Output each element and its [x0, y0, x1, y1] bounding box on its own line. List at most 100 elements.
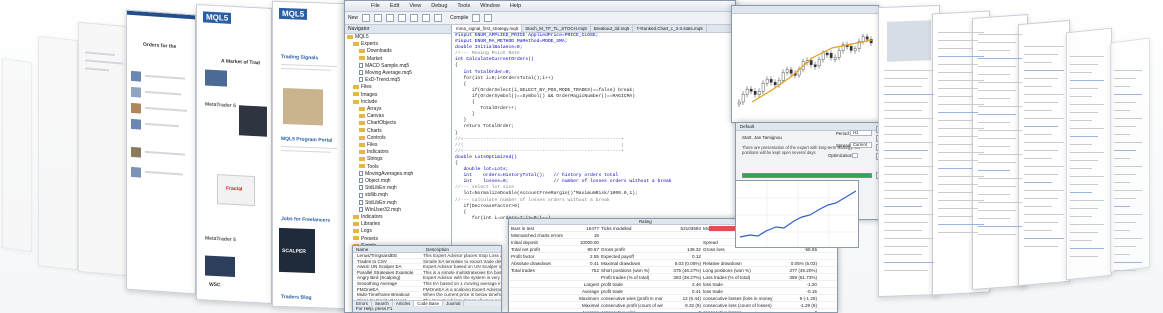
stop-icon[interactable] — [484, 14, 493, 22]
menu-edit[interactable]: Edit — [390, 3, 399, 11]
nav-folder[interactable]: Market — [347, 56, 451, 63]
nav-folder[interactable]: Indicators — [347, 149, 451, 156]
codebase-desc: This Expert Advisor places Stop Loss and… — [423, 253, 501, 258]
folder-icon — [353, 229, 359, 234]
nav-file[interactable]: Object.mqh — [347, 178, 451, 185]
nav-file[interactable]: MACD Sample.mq5 — [347, 63, 451, 70]
nav-folder[interactable]: Logs — [347, 228, 451, 235]
codebase-name: Trades to CSV — [357, 258, 387, 264]
doc-text-line — [1024, 150, 1058, 151]
report-cell: Short positions (won %) — [601, 268, 650, 273]
menu-view[interactable]: View — [409, 3, 421, 11]
redo-icon[interactable] — [434, 14, 443, 22]
menu-debug[interactable]: Debug — [431, 3, 447, 11]
menu-tools[interactable]: Tools — [457, 3, 470, 11]
cut-icon[interactable] — [386, 14, 395, 22]
new-button[interactable]: New — [348, 15, 358, 21]
paste-icon[interactable] — [410, 14, 419, 22]
code-area[interactable]: #input ENUM_APPLIED_PRICE AppliedPrice=P… — [453, 33, 735, 222]
nav-folder[interactable]: Libraries — [347, 221, 451, 228]
editor-tab[interactable]: T-Ranked.Chart_c_3-3.stats.mq5 — [633, 25, 707, 32]
nav-folder[interactable]: Files — [347, 142, 451, 149]
nav-folder[interactable]: Strings — [347, 156, 451, 163]
candle-body — [753, 91, 757, 95]
nav-folder[interactable]: MQL5 — [347, 34, 451, 41]
undo-icon[interactable] — [422, 14, 431, 22]
doc-text-line — [938, 80, 984, 81]
doc-text-line — [884, 190, 934, 191]
nav-folder[interactable]: Charts — [347, 128, 451, 135]
doc-text-line — [1114, 70, 1142, 71]
nav-file[interactable]: Moving Average.mq5 — [347, 70, 451, 77]
period-label: Period: — [836, 131, 850, 136]
candle-body — [741, 94, 745, 103]
nav-folder[interactable]: Presets — [347, 236, 451, 243]
report-cell: Total net profit — [511, 247, 540, 252]
editor-tab[interactable]: mma_signal_first_strategy.mq5 — [453, 25, 523, 32]
nav-folder[interactable]: ChartObjects — [347, 120, 451, 127]
report-cell: 2 — [814, 310, 817, 313]
report-row: Profit trades (% of total) 363 (48.27%) Lo… — [509, 274, 837, 281]
menu-file[interactable]: File — [371, 3, 380, 11]
folder-icon — [353, 221, 359, 226]
editor-tab[interactable]: Breakout_3d.mq5 — [591, 25, 634, 32]
doc-text-line — [938, 48, 972, 49]
navigator-title: Navigator — [345, 25, 451, 34]
doc-text-line — [884, 238, 934, 239]
web-page-market: MQL5 A Market of Trad MetaTrader 5 Fract… — [196, 4, 272, 304]
report-cell: consecutive losses — [703, 310, 742, 313]
menu-window[interactable]: Window — [480, 3, 500, 11]
spread-select[interactable]: Current — [850, 142, 872, 148]
nav-file[interactable]: MovingAverages.mqh — [347, 171, 451, 178]
codebase-name: Awsm UN Scalper EA — [357, 264, 402, 269]
folder-icon — [359, 157, 365, 162]
copy-icon[interactable] — [398, 14, 407, 22]
report-cell: 8.32 (9) — [685, 303, 701, 308]
doc-text-line — [1024, 238, 1064, 239]
col-rating[interactable]: Rating — [639, 219, 739, 224]
doc-text-line — [1024, 190, 1064, 191]
doc-text-line — [938, 72, 972, 73]
period-select[interactable]: H1 — [850, 130, 872, 136]
nav-file[interactable]: StdLibErr.mqh — [347, 185, 451, 192]
save-icon[interactable] — [374, 14, 383, 22]
compile-button[interactable]: Compile — [450, 15, 468, 21]
nav-folder[interactable]: Indicators — [347, 214, 451, 221]
doc-text-line — [1024, 206, 1052, 207]
nav-folder[interactable]: Images — [347, 92, 451, 99]
doc-text-line — [1070, 80, 1104, 81]
nav-file[interactable]: WinUser32.mqh — [347, 207, 451, 214]
doc-text-line — [884, 198, 928, 199]
doc-text-line — [938, 56, 984, 57]
nav-folder[interactable]: Downloads — [347, 48, 451, 55]
doc-text-line — [938, 128, 984, 129]
col-description[interactable]: Description — [423, 246, 501, 252]
nav-folder[interactable]: Tools — [347, 164, 451, 171]
nav-file[interactable]: stdlib.mqh — [347, 192, 451, 199]
doc-text-line — [1114, 94, 1142, 95]
nav-folder[interactable]: Arrays — [347, 106, 451, 113]
optimization-checkbox[interactable] — [852, 153, 858, 158]
editor-tab[interactable]: Stoch_M_TF_TL_STOCH.mq5 — [522, 25, 591, 32]
report-cell: Long positions (won %) — [703, 268, 751, 273]
col-name[interactable]: Name — [353, 246, 423, 252]
debug-icon[interactable] — [472, 14, 481, 22]
doc-text-line — [884, 182, 922, 183]
doc-text-line — [1070, 184, 1098, 185]
candlestick-chart[interactable] — [732, 14, 879, 123]
nav-folder[interactable]: Experts — [347, 41, 451, 48]
candle-body — [853, 48, 857, 51]
doc-text-line — [1114, 86, 1130, 87]
open-icon[interactable] — [362, 14, 371, 22]
nav-folder[interactable]: Canvas — [347, 113, 451, 120]
nav-file[interactable]: ExD-Trend.mq5 — [347, 77, 451, 84]
nav-file[interactable]: StdLibErr.mqh — [347, 200, 451, 207]
nav-folder[interactable]: Files — [347, 84, 451, 91]
nav-folder[interactable]: Controls — [347, 135, 451, 142]
report-cell — [663, 239, 701, 245]
nav-folder[interactable]: Include — [347, 99, 451, 106]
jobs-heading: Jobs for Freelancers — [281, 215, 331, 224]
menu-help[interactable]: Help — [510, 3, 521, 11]
fractal-label: Fractal — [226, 185, 243, 193]
doc-text-line — [978, 42, 1016, 43]
